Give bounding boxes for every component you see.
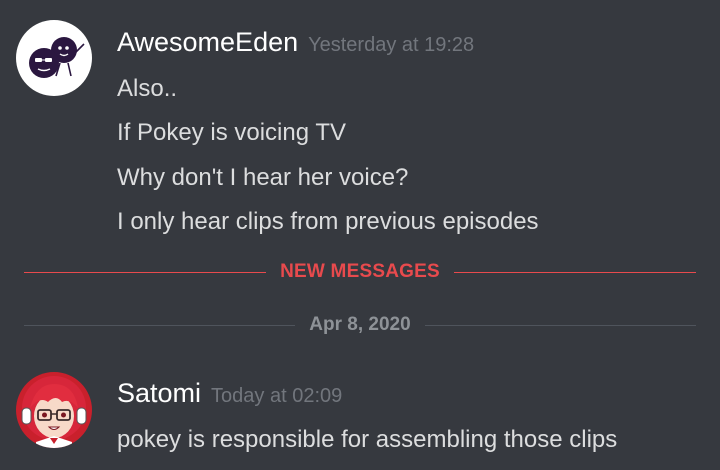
username[interactable]: AwesomeEden — [117, 27, 298, 57]
purple-blob-characters-avatar-icon — [16, 20, 92, 96]
avatar[interactable] — [16, 372, 92, 448]
message-text: If Pokey is voicing TV — [117, 119, 346, 146]
red-hair-anime-girl-avatar-icon — [16, 372, 92, 448]
chat-message-list: AwesomeEden Yesterday at 19:28 Also.. If … — [0, 0, 720, 470]
message-text: Also.. — [117, 75, 178, 102]
message-text: I only hear clips from previous episodes — [117, 208, 539, 235]
message-timestamp: Yesterday at 19:28 — [308, 34, 475, 56]
message-text: Why don't I hear her voice? — [117, 164, 409, 191]
new-messages-divider: NEW MESSAGES — [24, 261, 696, 282]
avatar[interactable] — [16, 20, 92, 96]
date-divider: Apr 8, 2020 — [24, 314, 696, 335]
message-header: AwesomeEden Yesterday at 19:28 — [117, 27, 474, 58]
message-timestamp: Today at 02:09 — [211, 385, 343, 407]
message-header: Satomi Today at 02:09 — [117, 378, 342, 409]
message-text: pokey is responsible for assembling thos… — [117, 426, 618, 453]
new-messages-label: NEW MESSAGES — [24, 261, 696, 282]
date-label: Apr 8, 2020 — [24, 314, 696, 335]
username[interactable]: Satomi — [117, 378, 201, 408]
